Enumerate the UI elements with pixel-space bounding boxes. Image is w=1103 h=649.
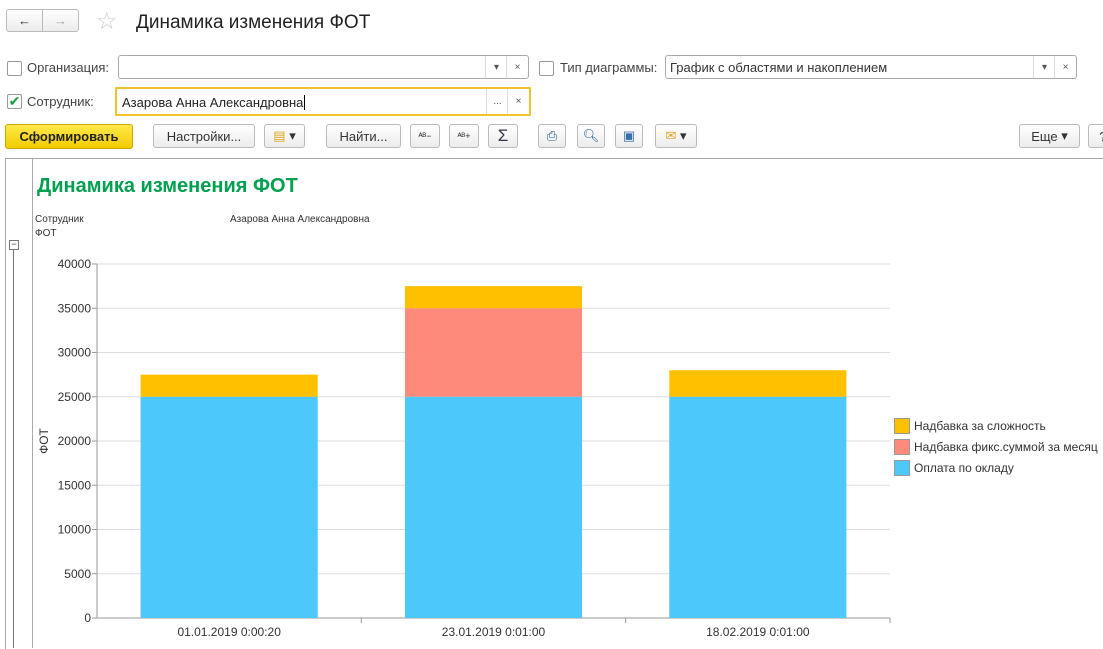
chart: 0 5000 10000 15000 20000 25000 30000 35000 40000…: [37, 257, 1098, 639]
legend-label: Надбавка за сложность: [914, 419, 1046, 433]
bar-segment: [669, 396, 847, 618]
legend-swatch: [894, 460, 910, 476]
y-tick-label: 40000: [58, 257, 92, 271]
legend-swatch: [894, 439, 910, 455]
y-tick-label: 5000: [64, 567, 91, 581]
y-tick-label: 30000: [58, 346, 92, 360]
y-tick-label: 15000: [58, 478, 92, 492]
y-tick-label: 35000: [58, 301, 92, 315]
legend-swatch: [894, 418, 910, 434]
bar-segment: [669, 370, 847, 397]
x-tick-label: 23.01.2019 0:01:00: [442, 625, 546, 639]
bar-segment: [404, 396, 583, 618]
bar-segment: [140, 374, 318, 397]
y-tick-label: 10000: [58, 523, 92, 537]
bar-segment: [404, 286, 583, 309]
legend-label: Оплата по окладу: [914, 461, 1014, 475]
y-tick-label: 0: [84, 611, 91, 625]
y-axis-label: ФОТ: [37, 427, 51, 453]
bar-segment: [140, 396, 318, 618]
y-tick-label: 20000: [58, 434, 92, 448]
y-tick-label: 25000: [58, 390, 92, 404]
bar-segment: [404, 308, 583, 397]
x-tick-label: 18.02.2019 0:01:00: [706, 625, 810, 639]
x-tick-label: 01.01.2019 0:00:20: [177, 625, 281, 639]
legend-label: Надбавка фикс.суммой за месяц: [914, 440, 1098, 454]
